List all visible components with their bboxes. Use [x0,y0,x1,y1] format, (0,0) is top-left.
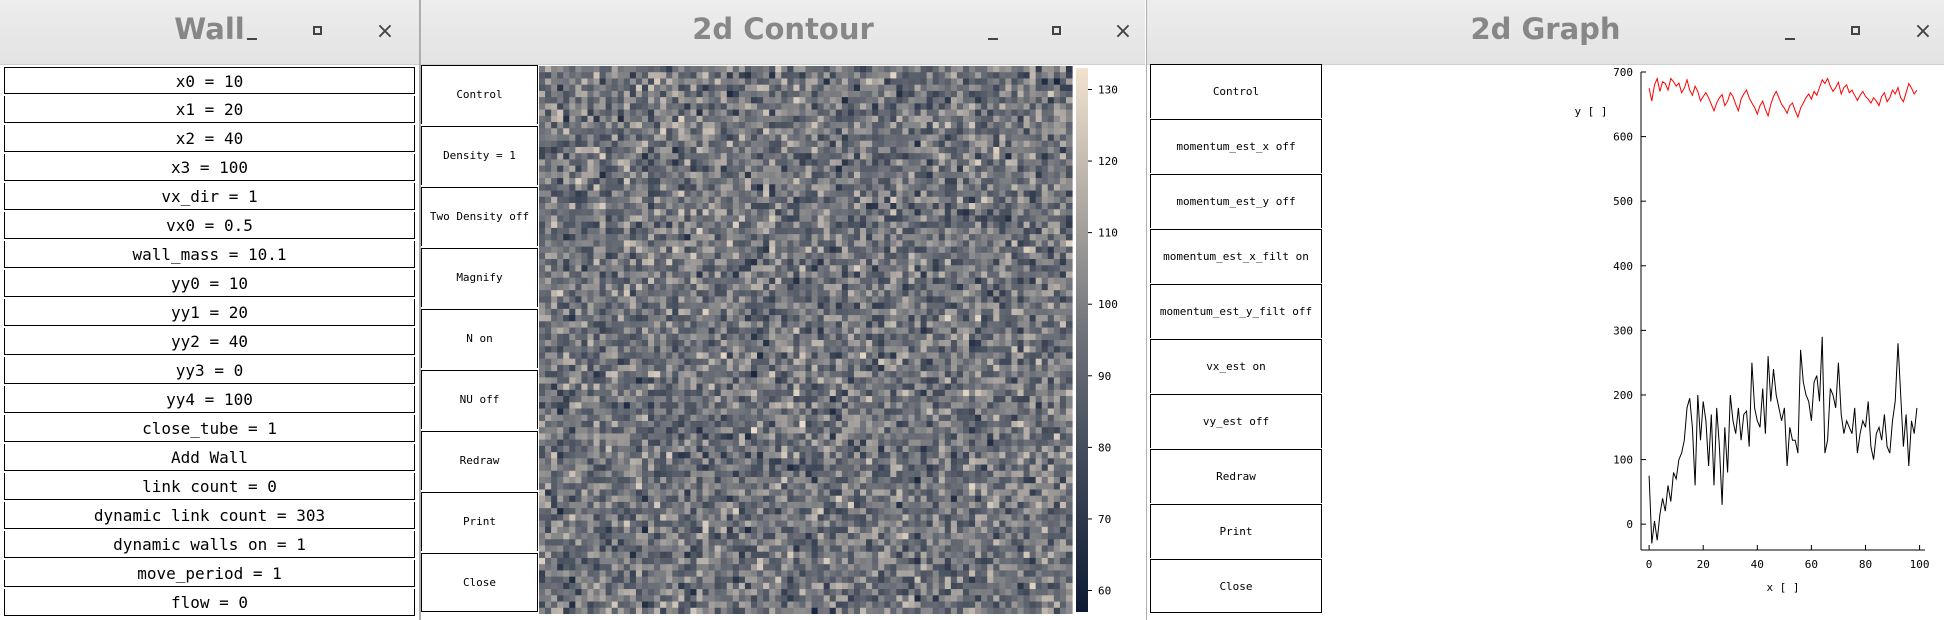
line-chart[interactable]: 700 600 500 400 300 200 100 0 0 20 40 60 80 100 y [ ] x… [1323,64,1943,620]
wall-row-wall-mass[interactable]: wall_mass = 10.1 [4,241,415,268]
contour-titlebar[interactable]: 2d Contour × [421,0,1145,65]
wall-row-vx0[interactable]: vx0 = 0.5 [4,212,415,239]
x-tick-label: 100 [1910,558,1930,571]
wall-row-add-wall[interactable]: Add Wall [4,444,415,471]
x-tick-label: 80 [1859,558,1872,571]
contour-title: 2d Contour [692,12,874,46]
wall-row-link-count[interactable]: link count = 0 [4,473,415,500]
wall-parameter-list: x0 = 10 x1 = 20 x2 = 40 x3 = 100 vx_dir = 1v… [4,67,415,618]
y-tick-label: 700 [1613,66,1633,79]
density-1-button[interactable]: Density = 1 [421,126,538,185]
colorbar-tick-label: 90 [1098,370,1111,383]
minimize-button[interactable] [979,18,1007,46]
close-button[interactable]: Close [1150,559,1322,613]
y-tick-label: 500 [1613,195,1633,208]
colorbar [1076,68,1088,612]
wall-row-flow[interactable]: flow = 0 [4,589,415,616]
vx-est-on-button[interactable]: vx_est on [1150,339,1322,393]
wall-row-x3[interactable]: x3 = 100 [4,154,415,181]
wall-row-x2[interactable]: x2 = 40 [4,125,415,152]
momentum-est-y-filt-off-button[interactable]: momentum_est_y_filt off [1150,284,1322,338]
colorbar-tick-label: 70 [1098,513,1111,526]
wall-row-dynamic-walls-on[interactable]: dynamic walls on = 1 [4,531,415,558]
x-tick-label: 20 [1697,558,1710,571]
y-tick-label: 100 [1613,454,1633,467]
close-button[interactable]: Close [421,553,538,612]
print-button[interactable]: Print [1150,504,1322,558]
heatmap-cells [539,66,1073,614]
redraw-button[interactable]: Redraw [1150,449,1322,503]
wall-row-yy2[interactable]: yy2 = 40 [4,328,415,355]
momentum-est-x-filt-on-button[interactable]: momentum_est_x_filt on [1150,229,1322,283]
y-tick-label: 400 [1613,260,1633,273]
wall-row-yy4[interactable]: yy4 = 100 [4,386,415,413]
colorbar-tick-label: 100 [1098,298,1118,311]
print-button[interactable]: Print [421,492,538,551]
momentum-est-x-off-button[interactable]: momentum_est_x off [1150,119,1322,173]
close-button[interactable]: × [1109,18,1137,46]
y-axis-label: y [ ] [1574,105,1607,118]
x-tick-label: 40 [1751,558,1764,571]
maximize-button[interactable] [1044,18,1072,46]
graph-control-panel: Control momentum_est_x off momentum_est_y … [1150,64,1322,614]
graph-title: 2d Graph [1470,12,1621,46]
colorbar-tick-label: 80 [1098,441,1111,454]
minimize-button[interactable] [238,18,266,46]
close-button[interactable]: × [1909,18,1937,46]
wall-row-vx-dir[interactable]: vx_dir = 1 [4,183,415,210]
y-tick-label: 300 [1613,324,1633,337]
colorbar-tick-label: 60 [1098,585,1111,598]
wall-row-yy0[interactable]: yy0 = 10 [4,270,415,297]
momentum-est-y-off-button[interactable]: momentum_est_y off [1150,174,1322,228]
wall-row-yy3[interactable]: yy3 = 0 [4,357,415,384]
x-tick-label: 60 [1805,558,1818,571]
wall-title: Wall [174,12,245,46]
graph-titlebar[interactable]: 2d Graph × [1147,0,1944,65]
maximize-button[interactable] [1843,18,1871,46]
x-axis-label: x [ ] [1766,581,1799,594]
control-button[interactable]: Control [421,65,538,124]
series-line-0 [1648,76,1918,119]
close-button[interactable]: × [371,18,399,46]
wall-row-x0[interactable]: x0 = 10 [4,67,415,94]
wall-row-dynamic-link-count[interactable]: dynamic link count = 303 [4,502,415,529]
contour-plot[interactable]: 130 120 110 100 90 80 70 60 [539,66,1143,614]
magnify-button[interactable]: Magnify [421,248,538,307]
nu-off-button[interactable]: NU off [421,370,538,429]
n-on-button[interactable]: N on [421,309,538,368]
maximize-button[interactable] [305,18,333,46]
wall-row-close-tube[interactable]: close_tube = 1 [4,415,415,442]
graph-window: 2d Graph × Control momentum_est_x off mome… [1146,0,1944,620]
two-density-off-button[interactable]: Two Density off [421,187,538,246]
y-tick-label: 0 [1626,518,1633,531]
redraw-button[interactable]: Redraw [421,431,538,490]
colorbar-tick-label: 130 [1098,83,1118,96]
y-tick-label: 200 [1613,389,1633,402]
wall-row-yy1[interactable]: yy1 = 20 [4,299,415,326]
x-tick-label: 0 [1646,558,1653,571]
control-button[interactable]: Control [1150,64,1322,118]
y-tick-label: 600 [1613,131,1633,144]
vy-est-off-button[interactable]: vy_est off [1150,394,1322,448]
wall-window: Wall × x0 = 10 x1 = 20 x2 = 40 x3 = 100 vx_d… [0,0,420,620]
colorbar-tick-label: 110 [1098,227,1118,240]
minimize-button[interactable] [1776,18,1804,46]
wall-titlebar[interactable]: Wall × [0,0,419,65]
series-line-1 [1648,336,1918,544]
wall-row-move-period[interactable]: move_period = 1 [4,560,415,587]
contour-window: 2d Contour × Control Density = 1 Two Densi… [420,0,1145,620]
contour-control-panel: Control Density = 1 Two Density off Magnify… [421,65,538,614]
colorbar-tick-label: 120 [1098,155,1118,168]
wall-row-x1[interactable]: x1 = 20 [4,96,415,123]
